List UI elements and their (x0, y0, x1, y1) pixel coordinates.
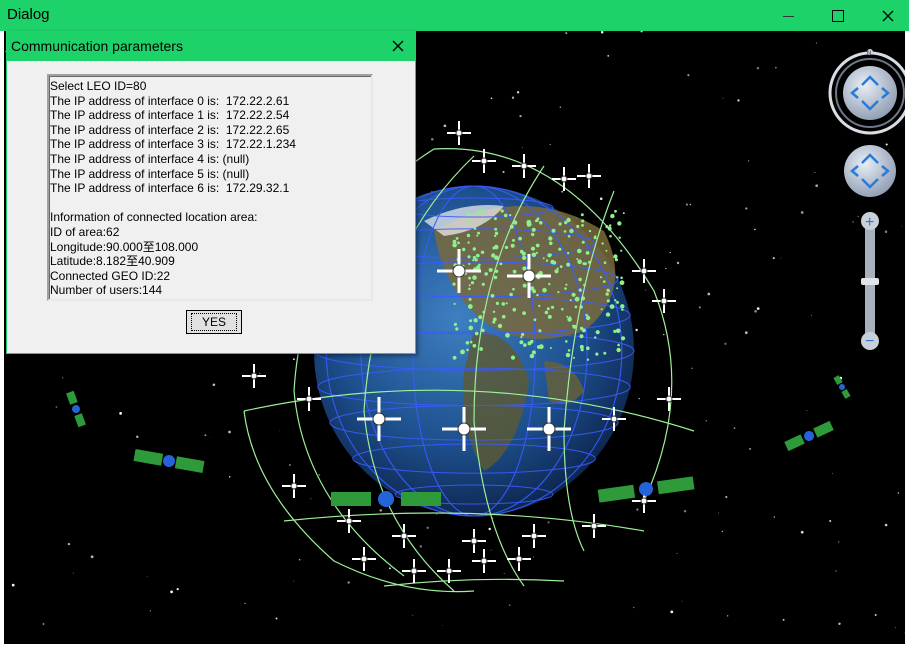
geo-satellite-edge (833, 375, 851, 399)
maximize-button[interactable] (815, 0, 861, 31)
geo-satellite-bottom (331, 491, 441, 507)
leo-satellite-icon (657, 387, 681, 411)
info-line: Connected GEO ID:22 (50, 268, 171, 283)
leo-satellite-icon (437, 559, 461, 583)
info-line: The IP address of interface 6 is: 172.29… (50, 181, 290, 196)
leo-satellite-icon (282, 474, 306, 498)
info-line: ID of area:62 (50, 224, 120, 239)
leo-satellite-icon (402, 559, 426, 583)
dialog-title: Communication parameters (11, 38, 183, 54)
close-icon (392, 40, 404, 52)
leo-satellite-icon (352, 547, 376, 571)
dialog-close-button[interactable] (385, 34, 411, 58)
leo-satellite-icon (462, 529, 486, 553)
info-line: Information of connected location area: (50, 210, 258, 225)
info-line: The IP address of interface 5 is: (null) (50, 166, 250, 181)
info-line: The IP address of interface 0 is: 172.22… (50, 93, 290, 108)
leo-satellite-icon (447, 121, 471, 145)
zoom-in-icon: + (865, 214, 874, 231)
info-line: The IP address of interface 3 is: 172.22… (50, 137, 296, 152)
yes-button-label: YES (190, 313, 237, 331)
minimize-icon (782, 16, 794, 17)
info-line: The IP address of interface 1 is: 172.22… (50, 108, 290, 123)
zoom-in-button[interactable]: + (861, 212, 879, 231)
info-line: Number of users:144 (50, 283, 163, 298)
geo-satellite-left (133, 449, 205, 473)
leo-satellite-icon (552, 167, 576, 191)
info-line: The IP address of interface 4 is: (null) (50, 151, 250, 166)
dialog-title-bar: Communication parameters (7, 32, 415, 61)
geo-satellite-left-small (66, 390, 86, 428)
communication-parameters-dialog: Communication parameters Select LEO ID=8… (6, 31, 416, 354)
compass-control[interactable]: N (828, 49, 905, 135)
minimize-button[interactable] (765, 0, 811, 31)
info-line (50, 196, 371, 211)
leo-satellite-icon (512, 154, 536, 178)
pan-control[interactable] (844, 145, 896, 197)
zoom-slider[interactable]: + − (861, 212, 879, 350)
window-close-button[interactable] (865, 0, 909, 31)
info-line: Longitude:90.000至108.000 (50, 239, 199, 254)
leo-satellite-icon (472, 549, 496, 573)
main-window: Dialog N + − Communication parameters Se… (0, 0, 909, 647)
leo-satellite-icon (472, 149, 496, 173)
zoom-slider-thumb[interactable] (861, 278, 879, 285)
leo-satellite-icon (577, 164, 601, 188)
close-icon (882, 10, 894, 21)
zoom-out-icon: − (865, 333, 874, 350)
compass-north-label: N (867, 51, 871, 57)
yes-button[interactable]: YES (186, 310, 242, 334)
leo-satellite-icon (297, 387, 321, 411)
info-line: Latitude:8.182至40.909 (50, 254, 175, 269)
info-line: Select LEO ID=80 (50, 79, 147, 93)
geo-satellite-far-right (784, 420, 834, 452)
leo-satellite-icon (507, 547, 531, 571)
leo-satellite-icon (392, 524, 416, 548)
communication-info-box: Select LEO ID=80 The IP address of inter… (47, 74, 373, 301)
window-title: Dialog (7, 6, 50, 23)
zoom-out-button[interactable]: − (861, 332, 879, 350)
maximize-icon (832, 9, 844, 22)
leo-satellite-icon (522, 524, 546, 548)
info-line: The IP address of interface 2 is: 172.22… (50, 122, 290, 137)
leo-satellite-icon (652, 289, 676, 313)
window-title-bar: Dialog (0, 0, 909, 31)
leo-satellite-icon (582, 514, 606, 538)
leo-satellite-icon (242, 364, 266, 388)
